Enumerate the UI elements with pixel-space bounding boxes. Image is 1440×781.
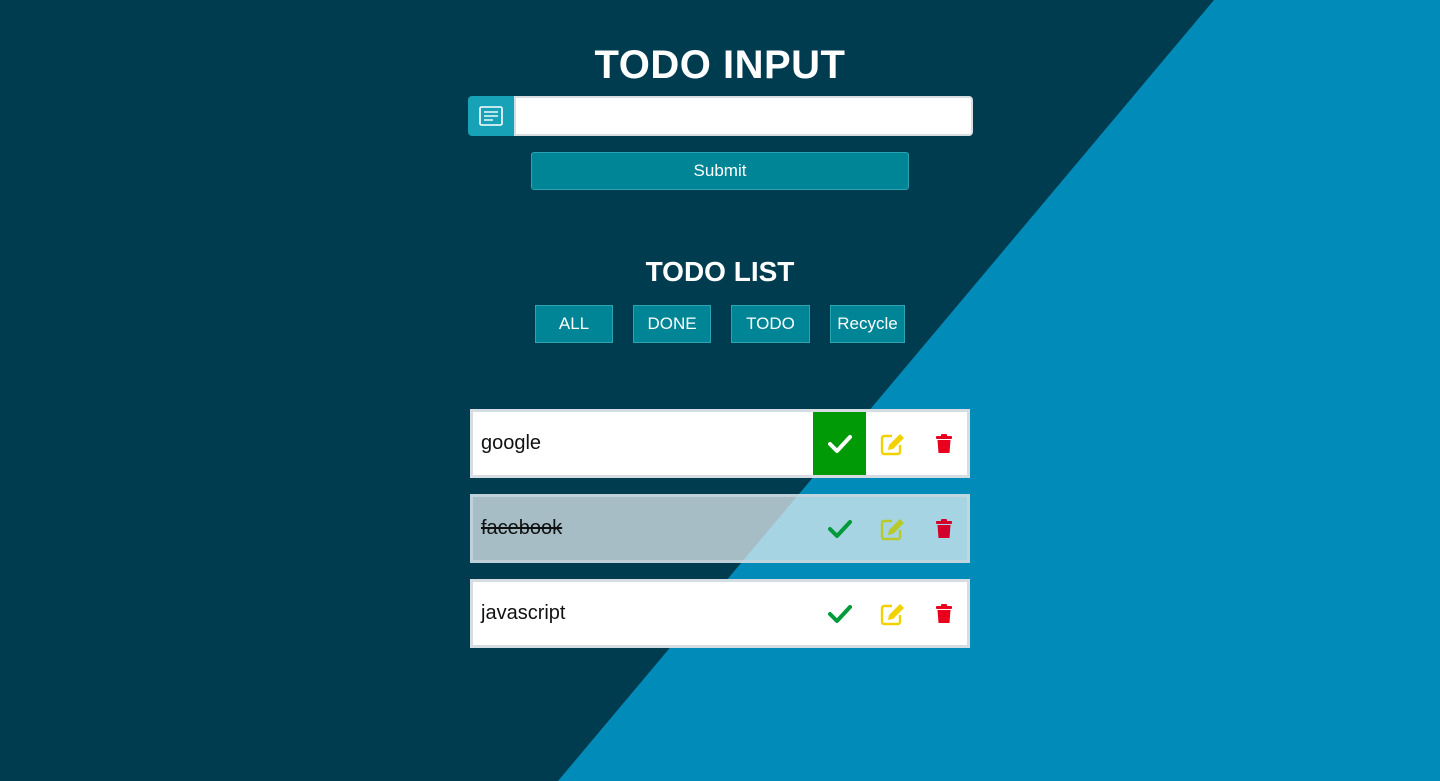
- submit-button[interactable]: Submit: [531, 152, 909, 190]
- edit-button[interactable]: [866, 497, 920, 560]
- edit-icon: [880, 433, 904, 455]
- delete-button[interactable]: [920, 412, 967, 475]
- edit-button[interactable]: [866, 412, 920, 475]
- edit-button[interactable]: [866, 582, 920, 645]
- check-icon: [827, 604, 852, 623]
- filter-done-button[interactable]: DONE: [633, 305, 711, 343]
- list-title: TODO LIST: [645, 256, 795, 287]
- filter-todo-button[interactable]: TODO: [731, 305, 810, 343]
- todo-item-done: facebook: [470, 494, 970, 563]
- filter-bar: ALL DONE TODO Recycle: [0, 305, 1440, 343]
- todo-item: javascript: [470, 579, 970, 648]
- filter-all-button[interactable]: ALL: [535, 305, 613, 343]
- filter-recycle-button[interactable]: Recycle: [830, 305, 905, 343]
- notes-icon: [468, 96, 514, 136]
- complete-button[interactable]: [813, 412, 866, 475]
- edit-icon: [880, 518, 904, 540]
- check-icon: [827, 519, 852, 538]
- complete-button[interactable]: [813, 497, 866, 560]
- trash-icon: [935, 604, 952, 623]
- delete-button[interactable]: [920, 582, 967, 645]
- trash-icon: [935, 519, 952, 538]
- trash-icon: [935, 434, 952, 453]
- todo-item-text: facebook: [481, 517, 563, 539]
- todo-input-group: [468, 96, 973, 136]
- app: TODO INPUT Submit TODO LIST ALL DONE TOD…: [0, 0, 1440, 781]
- todo-input[interactable]: [514, 96, 973, 136]
- complete-button[interactable]: [813, 582, 866, 645]
- todo-item-text: google: [481, 432, 542, 454]
- page-title: TODO INPUT: [594, 43, 846, 87]
- delete-button[interactable]: [920, 497, 967, 560]
- edit-icon: [880, 603, 904, 625]
- check-icon: [827, 434, 852, 453]
- todo-item: google: [470, 409, 970, 478]
- todo-item-text: javascript: [481, 602, 566, 624]
